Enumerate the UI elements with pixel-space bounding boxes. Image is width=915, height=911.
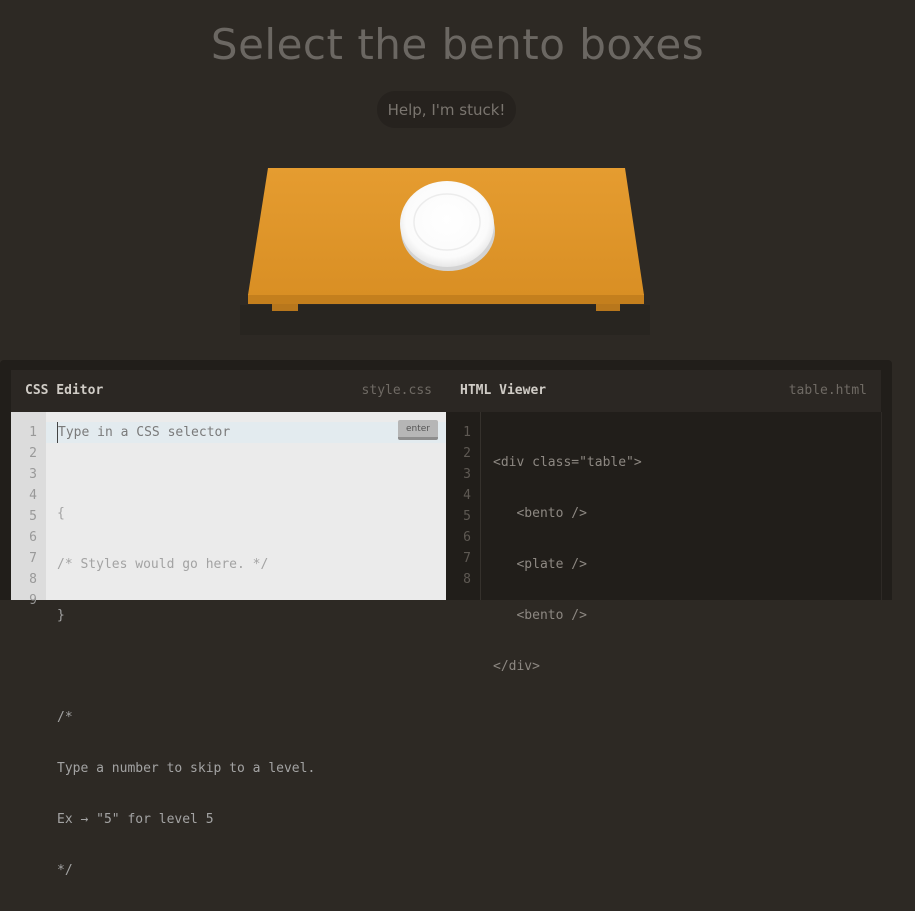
html-viewer-body: 1 2 3 4 5 6 7 8 <div class="table"> <ben… bbox=[446, 412, 882, 674]
html-element-line[interactable]: <plate /> bbox=[493, 554, 642, 575]
line-number: 4 bbox=[463, 488, 471, 503]
code-line: { bbox=[57, 506, 65, 521]
line-number: 4 bbox=[29, 488, 37, 503]
css-selector-input[interactable] bbox=[57, 422, 388, 443]
enter-button[interactable]: enter bbox=[398, 420, 438, 440]
css-editor-header: CSS Editor style.css bbox=[11, 370, 446, 412]
html-viewer-title: HTML Viewer bbox=[460, 383, 547, 398]
css-line-numbers: 1 2 3 4 5 6 7 8 9 bbox=[11, 412, 46, 608]
css-code: { /* Styles would go here. */ } /* Type … bbox=[57, 422, 315, 911]
line-number: 5 bbox=[463, 509, 471, 524]
table-scene bbox=[240, 168, 650, 335]
line-number: 8 bbox=[463, 572, 471, 587]
code-line: Type a number to skip to a level. bbox=[57, 761, 316, 776]
line-number: 6 bbox=[29, 530, 37, 545]
html-viewer-header: HTML Viewer table.html bbox=[446, 370, 881, 412]
line-number: 1 bbox=[463, 425, 471, 440]
code-line: /* bbox=[57, 710, 73, 725]
line-number: 5 bbox=[29, 509, 37, 524]
html-element-line[interactable]: </div> bbox=[493, 656, 642, 677]
css-editor-filename: style.css bbox=[361, 383, 432, 398]
line-number: 3 bbox=[29, 467, 37, 482]
css-editor-title: CSS Editor bbox=[25, 383, 104, 398]
html-code: <div class="table"> <bento /> <plate /> … bbox=[493, 422, 642, 860]
html-element-line[interactable]: <div class="table"> bbox=[493, 452, 642, 473]
editor-panel: CSS Editor style.css 1 2 3 4 5 6 7 8 9 {… bbox=[0, 360, 892, 878]
html-element-line[interactable]: <bento /> bbox=[493, 503, 642, 524]
line-number: 7 bbox=[29, 551, 37, 566]
css-editor-body: 1 2 3 4 5 6 7 8 9 { /* Styles would go h… bbox=[11, 412, 446, 878]
code-line: /* Styles would go here. */ bbox=[57, 557, 269, 572]
table-edge bbox=[248, 294, 644, 304]
line-number: 3 bbox=[463, 467, 471, 482]
code-line: } bbox=[57, 608, 65, 623]
html-element-line[interactable]: <bento /> bbox=[493, 605, 642, 626]
table-shadow bbox=[240, 305, 650, 335]
code-line: Ex → "5" for level 5 bbox=[57, 812, 214, 827]
code-line: */ bbox=[57, 863, 73, 878]
line-number: 1 bbox=[29, 425, 37, 440]
line-number: 2 bbox=[463, 446, 471, 461]
html-viewer-pane: HTML Viewer table.html 1 2 3 4 5 6 7 8 <… bbox=[446, 370, 882, 674]
line-number: 6 bbox=[463, 530, 471, 545]
css-editor-pane: CSS Editor style.css 1 2 3 4 5 6 7 8 9 {… bbox=[11, 370, 446, 878]
html-viewer-filename: table.html bbox=[788, 383, 867, 398]
line-number: 8 bbox=[29, 572, 37, 587]
line-number: 9 bbox=[29, 593, 37, 608]
line-number: 7 bbox=[463, 551, 471, 566]
line-number: 2 bbox=[29, 446, 37, 461]
html-line-numbers: 1 2 3 4 5 6 7 8 bbox=[446, 412, 481, 600]
